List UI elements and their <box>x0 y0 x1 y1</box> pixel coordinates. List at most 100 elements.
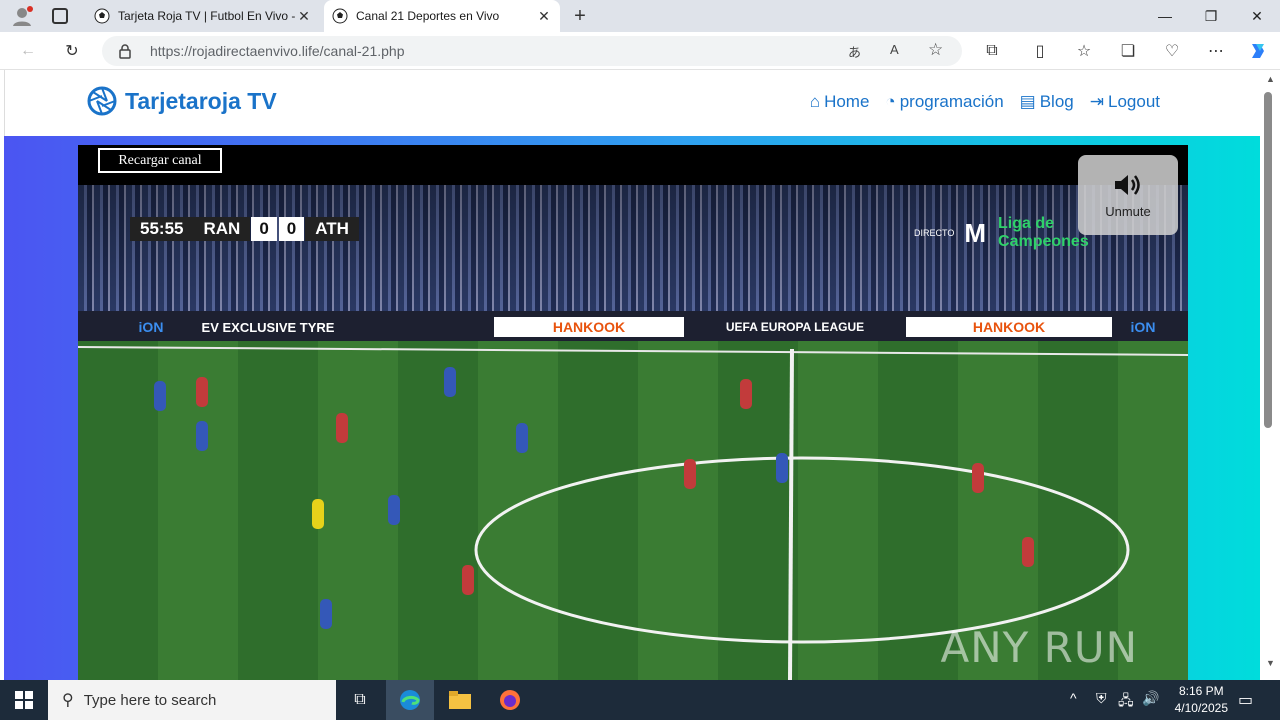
browser-toolbar: ← ↻ https://rojadirectaenvivo.life/canal… <box>0 32 1280 70</box>
refresh-icon[interactable]: ↻ <box>60 39 84 63</box>
profile-icon[interactable] <box>10 5 34 27</box>
nav-blog[interactable]: ▤ Blog <box>1020 92 1074 112</box>
player <box>388 495 400 525</box>
page-viewport: Tarjetaroja TV ⌂ Home ◔ programación ▤ B… <box>0 70 1280 680</box>
anyrun-watermark: ANY RUN <box>940 623 1138 672</box>
volume-icon[interactable]: 🔊 <box>1142 690 1159 707</box>
soccer-ball-icon <box>94 8 110 24</box>
scroll-down-icon[interactable]: ▼ <box>1266 658 1275 668</box>
stadium-crowd <box>78 185 1188 317</box>
back-icon[interactable]: ← <box>16 39 40 63</box>
player <box>320 599 332 629</box>
aperture-icon <box>87 86 117 116</box>
windows-start-icon[interactable] <box>0 680 48 720</box>
more-menu-icon[interactable]: ⋯ <box>1204 39 1228 63</box>
unmute-label: Unmute <box>1105 203 1151 219</box>
scroll-up-icon[interactable]: ▲ <box>1266 74 1275 84</box>
url-text: https://rojadirectaenvivo.life/canal-21.… <box>150 43 404 59</box>
nav-label: programación <box>899 92 1004 111</box>
favorites-icon[interactable]: ☆ <box>1072 39 1096 63</box>
tab-title: Tarjeta Roja TV | Futbol En Vivo - <box>118 9 296 23</box>
favorite-star-icon[interactable]: ☆ <box>928 40 943 60</box>
movistar-m-icon: M <box>964 217 987 248</box>
player <box>336 413 348 443</box>
ad-ion: iON <box>138 319 164 335</box>
clock-date: 4/10/2025 <box>1174 701 1228 715</box>
speaker-icon <box>1115 174 1140 195</box>
tab-tarjeta-roja[interactable]: Tarjeta Roja TV | Futbol En Vivo - ✕ <box>88 0 320 32</box>
player <box>1022 537 1034 567</box>
firefox-icon[interactable] <box>486 680 534 720</box>
league-label: Liga de Campeones <box>998 215 1089 251</box>
dashboard-icon: ◔ <box>885 92 896 111</box>
chevron-up-icon[interactable]: ^ <box>1070 690 1077 706</box>
site-header: Tarjetaroja TV ⌂ Home ◔ programación ▤ B… <box>4 70 1260 136</box>
tab-canal-21[interactable]: Canal 21 Deportes en Vivo ✕ <box>324 0 560 32</box>
player <box>516 423 528 453</box>
player <box>972 463 984 493</box>
file-explorer-icon[interactable] <box>436 680 484 720</box>
extensions-icon[interactable]: ⧉ <box>980 39 1004 63</box>
split-screen-icon[interactable]: ▯ <box>1028 39 1052 63</box>
soccer-ball-icon <box>332 8 348 24</box>
read-aloud-icon[interactable]: A <box>890 42 899 57</box>
clock-time: 8:16 PM <box>1178 684 1224 698</box>
network-icon[interactable]: 🖧 <box>1118 690 1134 714</box>
close-tab-icon[interactable]: ✕ <box>296 8 312 24</box>
away-score: 0 <box>278 217 305 241</box>
minimize-button[interactable]: — <box>1142 0 1188 32</box>
nav-logout[interactable]: ⇥ Logout <box>1090 92 1160 112</box>
ad-ion: iON <box>1130 319 1156 335</box>
live-label: DIRECTO <box>914 228 955 238</box>
new-tab-button[interactable]: + <box>568 4 592 28</box>
home-score: 0 <box>251 217 277 241</box>
nav-label: Blog <box>1039 92 1074 111</box>
browser-essentials-icon[interactable]: ♡ <box>1160 39 1184 63</box>
player <box>196 377 208 407</box>
logout-icon: ⇥ <box>1089 92 1104 111</box>
site-nav: ⌂ Home ◔ programación ▤ Blog ⇥ Logout <box>810 92 1160 112</box>
task-view-icon[interactable]: ⧉ <box>336 680 384 720</box>
translate-icon[interactable]: あ <box>848 42 861 61</box>
player <box>196 421 208 451</box>
league-line1: Liga de <box>998 215 1055 232</box>
close-window-button[interactable]: ✕ <box>1234 0 1280 32</box>
broadcaster-logo: DIRECTO M Liga de Campeones <box>914 215 1089 251</box>
collections-icon[interactable]: ❏ <box>1116 39 1140 63</box>
player <box>154 381 166 411</box>
player <box>776 453 788 483</box>
address-bar[interactable]: https://rojadirectaenvivo.life/canal-21.… <box>102 36 962 66</box>
reload-channel-button[interactable]: Recargar canal <box>98 148 222 173</box>
site-logo[interactable]: Tarjetaroja TV <box>87 86 277 116</box>
copilot-icon[interactable] <box>1246 39 1270 63</box>
newspaper-icon: ▤ <box>1019 92 1036 111</box>
match-clock: 55:55 <box>130 217 194 241</box>
nav-home[interactable]: ⌂ Home <box>810 92 870 112</box>
tab-actions-icon[interactable] <box>52 8 68 24</box>
video-frame[interactable]: iON EV EXCLUSIVE TYRE HANKOOK UEFA EUROP… <box>78 185 1188 680</box>
close-tab-icon[interactable]: ✕ <box>536 8 552 24</box>
nav-programacion[interactable]: ◔ programación <box>885 92 1003 112</box>
system-clock[interactable]: 8:16 PM 4/10/2025 <box>1175 683 1228 717</box>
video-player[interactable]: iON EV EXCLUSIVE TYRE HANKOOK UEFA EUROP… <box>78 145 1188 680</box>
notifications-icon[interactable]: ▭ <box>1238 690 1253 710</box>
url-host: https://rojadirectaenvivo.life <box>150 43 320 59</box>
ad-hankook: HANKOOK <box>494 317 684 337</box>
lock-icon[interactable] <box>118 43 132 59</box>
search-placeholder: Type here to search <box>83 691 217 709</box>
player <box>684 459 696 489</box>
tab-title: Canal 21 Deportes en Vivo <box>356 9 500 23</box>
nav-label: Logout <box>1108 92 1160 111</box>
security-icon[interactable]: ⛨ <box>1096 690 1107 707</box>
url-path: /canal-21.php <box>319 43 405 59</box>
search-icon: ⚲ <box>62 692 74 709</box>
restore-button[interactable]: ❐ <box>1188 0 1234 32</box>
nav-label: Home <box>824 92 870 111</box>
taskbar-search[interactable]: ⚲ Type here to search <box>48 680 336 720</box>
scrollbar-thumb[interactable] <box>1264 92 1272 428</box>
edge-taskbar-icon[interactable] <box>386 680 434 720</box>
player <box>462 565 474 595</box>
referee <box>312 499 324 529</box>
league-line2: Campeones <box>998 233 1089 250</box>
unmute-button[interactable]: Unmute <box>1078 155 1178 235</box>
